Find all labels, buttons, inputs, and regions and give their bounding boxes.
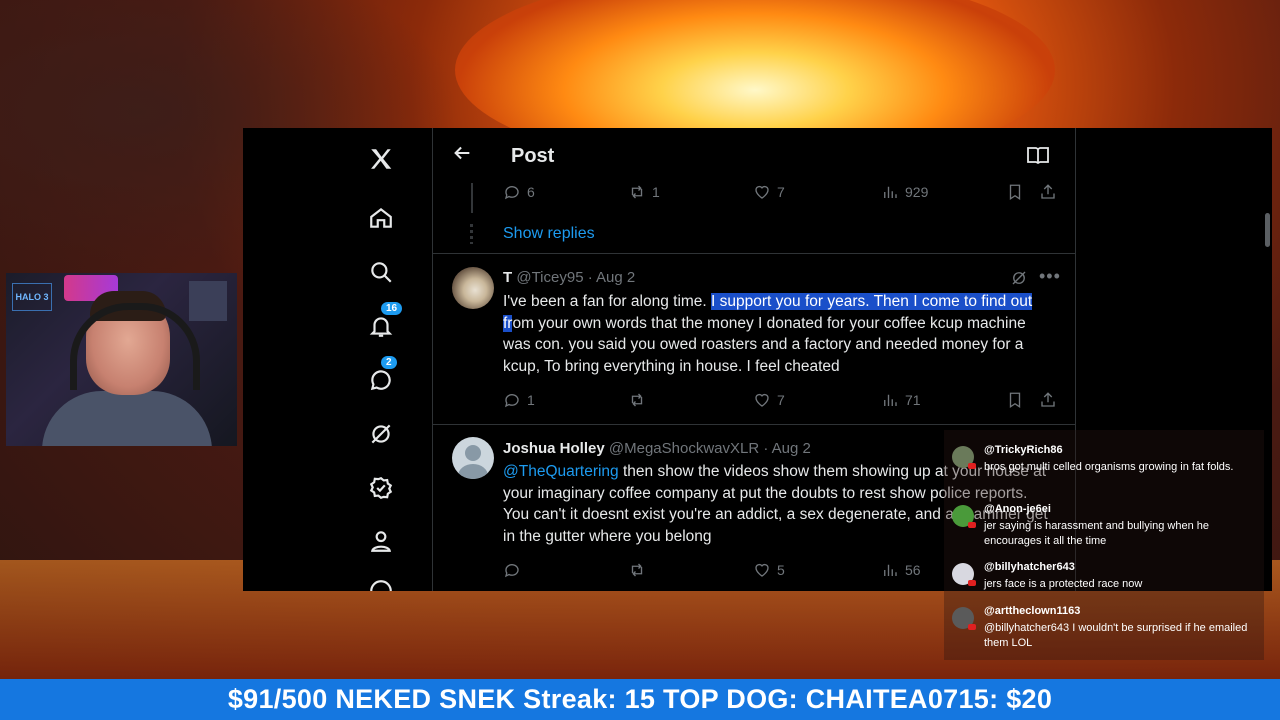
chat-username: @Anon-je6ei xyxy=(984,503,1051,515)
verified-icon[interactable] xyxy=(366,473,396,503)
chat-avatar xyxy=(952,446,976,469)
reply-action[interactable]: 6 xyxy=(503,183,535,201)
home-icon[interactable] xyxy=(366,203,396,233)
views-icon xyxy=(884,186,897,198)
post-text-start: I've been a fan for along time. xyxy=(503,293,712,310)
post-text-end: om your own words that the money I donat… xyxy=(503,314,1026,375)
post-date[interactable]: · Aug 2 xyxy=(588,269,636,286)
page-title: Post xyxy=(511,145,555,167)
show-replies-link[interactable]: Show replies xyxy=(503,225,595,243)
post-text: I've been a fan for along time. I suppor… xyxy=(503,291,1048,377)
post-header: Post xyxy=(433,128,1075,180)
views-count: 929 xyxy=(905,184,929,200)
reply-action[interactable] xyxy=(503,561,527,579)
repost-count: 1 xyxy=(652,184,660,200)
search-icon[interactable] xyxy=(366,257,396,287)
top-reply-actions: 6 1 7 929 xyxy=(503,183,1063,205)
repost-icon xyxy=(631,393,643,407)
handle[interactable]: @Ticey95 xyxy=(516,269,583,286)
repost-action[interactable]: 1 xyxy=(628,183,660,201)
views-icon xyxy=(884,564,897,576)
x-logo-icon[interactable] xyxy=(366,144,396,174)
wall-sign: HALO 3 xyxy=(12,283,52,311)
reader-mode-icon[interactable] xyxy=(1027,146,1049,165)
live-chat: @TrickyRich86 bros got multi celled orga… xyxy=(944,430,1264,660)
views-icon xyxy=(884,394,897,406)
repost-action[interactable] xyxy=(628,391,652,409)
like-count: 7 xyxy=(777,184,785,200)
views-action[interactable]: 71 xyxy=(881,391,921,409)
like-action[interactable]: 7 xyxy=(753,183,785,201)
repost-icon xyxy=(631,185,643,199)
handle[interactable]: @MegaShockwavXLR xyxy=(609,440,759,457)
divider xyxy=(433,253,1075,254)
reply-icon xyxy=(504,394,519,408)
scrollbar[interactable] xyxy=(1265,213,1270,247)
chat-avatar xyxy=(952,607,976,630)
share-icon[interactable] xyxy=(1039,391,1057,409)
chat-username: @arttheclown1163 xyxy=(984,605,1081,617)
repost-action[interactable] xyxy=(628,561,652,579)
messages-icon[interactable]: 2 xyxy=(366,355,398,395)
chat-username: @billyhatcher643 xyxy=(984,561,1075,573)
views-action[interactable]: 929 xyxy=(881,183,928,201)
post-date[interactable]: · Aug 2 xyxy=(763,440,811,457)
more-circle-icon[interactable] xyxy=(366,576,396,591)
like-action[interactable]: 5 xyxy=(753,561,785,579)
chat-username: @TrickyRich86 xyxy=(984,444,1063,456)
reply-count: 1 xyxy=(527,392,535,408)
views-action[interactable]: 56 xyxy=(881,561,921,579)
divider xyxy=(433,424,1075,425)
messages-badge: 2 xyxy=(380,355,398,370)
repost-icon xyxy=(631,563,643,577)
notifications-badge: 16 xyxy=(380,301,404,316)
webcam-feed: HALO 3 xyxy=(6,273,237,446)
shelf xyxy=(189,281,227,321)
reply-action[interactable]: 1 xyxy=(503,391,535,409)
ticker-text: $91/500 NEKED SNEK Streak: 15 TOP DOG: C… xyxy=(227,684,1053,714)
avatar[interactable] xyxy=(452,267,494,309)
post-meta: T @Ticey95 · Aug 2 xyxy=(503,269,635,286)
like-count: 7 xyxy=(777,392,785,408)
headset xyxy=(70,303,200,390)
display-name[interactable]: T xyxy=(503,269,512,286)
chat-text: jer saying is harassment and bullying wh… xyxy=(984,520,1210,547)
heart-icon xyxy=(755,393,769,407)
chat-avatar xyxy=(952,563,976,586)
bookmark-icon[interactable] xyxy=(1006,183,1024,201)
like-count: 5 xyxy=(777,562,785,578)
reply-icon xyxy=(504,564,519,578)
stream-ticker: $91/500 NEKED SNEK Streak: 15 TOP DOG: C… xyxy=(0,679,1280,720)
chat-text: jers face is a protected race now xyxy=(984,578,1143,590)
grok-explain-icon[interactable] xyxy=(1010,269,1028,287)
reply-icon xyxy=(504,186,519,200)
x-sidebar-nav: 16 2 xyxy=(343,128,433,591)
profile-icon[interactable] xyxy=(366,526,396,556)
streamer-shirt xyxy=(42,391,212,446)
chat-text: @billyhatcher643 I wouldn't be surprised… xyxy=(984,622,1248,649)
avatar[interactable] xyxy=(452,437,494,479)
grok-icon[interactable] xyxy=(366,419,396,449)
chat-avatar xyxy=(952,505,976,528)
notifications-bell-icon[interactable]: 16 xyxy=(366,301,404,341)
views-count: 71 xyxy=(905,392,921,408)
like-action[interactable]: 7 xyxy=(753,391,785,409)
thread-line xyxy=(471,183,473,213)
thread-dots xyxy=(470,224,473,244)
more-options-icon[interactable]: ••• xyxy=(1039,266,1061,287)
display-name[interactable]: Joshua Holley xyxy=(503,440,605,457)
heart-icon xyxy=(755,185,769,199)
heart-icon xyxy=(755,563,769,577)
bookmark-icon[interactable] xyxy=(1006,391,1024,409)
back-arrow-icon[interactable] xyxy=(451,142,473,164)
share-icon[interactable] xyxy=(1039,183,1057,201)
chat-text: bros got multi celled organisms growing … xyxy=(984,461,1234,473)
post-actions: 1 7 71 xyxy=(503,391,1063,413)
mention-link[interactable]: @TheQuartering xyxy=(503,463,619,480)
post-meta: Joshua Holley @MegaShockwavXLR · Aug 2 xyxy=(503,440,811,457)
reply-count: 6 xyxy=(527,184,535,200)
views-count: 56 xyxy=(905,562,921,578)
